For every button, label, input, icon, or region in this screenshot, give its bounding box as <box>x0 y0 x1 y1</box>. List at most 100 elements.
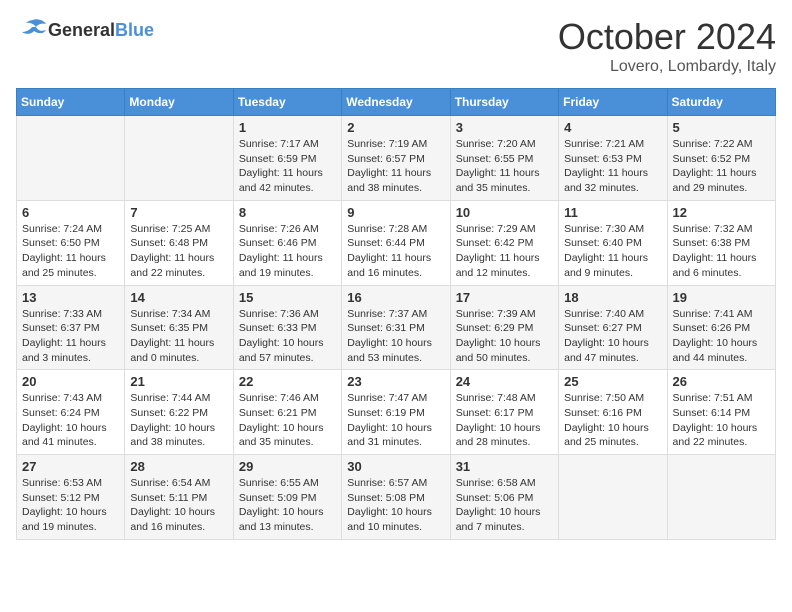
calendar-cell: 2Sunrise: 7:19 AMSunset: 6:57 PMDaylight… <box>342 116 450 201</box>
calendar-cell: 26 Sunrise: 7:51 AMSunset: 6:14 PMDayligh… <box>667 370 775 455</box>
header-tuesday: Tuesday <box>233 89 341 116</box>
day-number: 5 <box>673 120 770 135</box>
day-number: 21 <box>130 374 227 389</box>
calendar-cell: 22Sunrise: 7:46 AMSunset: 6:21 PMDayligh… <box>233 370 341 455</box>
day-number: 12 <box>673 205 770 220</box>
calendar-header-row: Sunday Monday Tuesday Wednesday Thursday… <box>17 89 776 116</box>
cell-details: Sunrise: 7:43 AMSunset: 6:24 PMDaylight:… <box>22 391 119 450</box>
day-number: 18 <box>564 290 661 305</box>
cell-details: Sunrise: 7:34 AMSunset: 6:35 PMDaylight:… <box>130 307 227 366</box>
day-number: 2 <box>347 120 444 135</box>
day-number: 6 <box>22 205 119 220</box>
day-number: 9 <box>347 205 444 220</box>
cell-details: Sunrise: 7:50 AMSunset: 6:16 PMDaylight:… <box>564 391 661 450</box>
cell-details: Sunrise: 7:22 AMSunset: 6:52 PMDaylight:… <box>673 137 770 196</box>
cell-details: Sunrise: 7:47 AMSunset: 6:19 PMDaylight:… <box>347 391 444 450</box>
logo-bird-icon <box>18 16 48 40</box>
calendar-week-row: 13 Sunrise: 7:33 AMSunset: 6:37 PMDayligh… <box>17 285 776 370</box>
cell-details: Sunrise: 7:44 AMSunset: 6:22 PMDaylight:… <box>130 391 227 450</box>
day-number: 30 <box>347 459 444 474</box>
calendar-cell: 13 Sunrise: 7:33 AMSunset: 6:37 PMDayligh… <box>17 285 125 370</box>
calendar-cell: 18 Sunrise: 7:40 AMSunset: 6:27 PMDayligh… <box>559 285 667 370</box>
calendar-cell: 27 Sunrise: 6:53 AMSunset: 5:12 PMDayligh… <box>17 455 125 540</box>
calendar-cell <box>559 455 667 540</box>
day-number: 23 <box>347 374 444 389</box>
title-block: October 2024 Lovero, Lombardy, Italy <box>558 16 776 76</box>
calendar-cell: 7 Sunrise: 7:25 AMSunset: 6:48 PMDaylight… <box>125 200 233 285</box>
calendar-cell: 8Sunrise: 7:26 AMSunset: 6:46 PMDaylight… <box>233 200 341 285</box>
logo-blue-text: Blue <box>115 20 154 40</box>
calendar-cell: 11 Sunrise: 7:30 AMSunset: 6:40 PMDayligh… <box>559 200 667 285</box>
calendar-cell: 24 Sunrise: 7:48 AMSunset: 6:17 PMDayligh… <box>450 370 558 455</box>
calendar-week-row: 6 Sunrise: 7:24 AMSunset: 6:50 PMDaylight… <box>17 200 776 285</box>
cell-details: Sunrise: 7:33 AMSunset: 6:37 PMDaylight:… <box>22 307 119 366</box>
cell-details: Sunrise: 7:30 AMSunset: 6:40 PMDaylight:… <box>564 222 661 281</box>
header-monday: Monday <box>125 89 233 116</box>
logo-general-text: General <box>48 20 115 40</box>
cell-details: Sunrise: 7:24 AMSunset: 6:50 PMDaylight:… <box>22 222 119 281</box>
calendar-cell: 5 Sunrise: 7:22 AMSunset: 6:52 PMDaylight… <box>667 116 775 201</box>
calendar-cell: 17 Sunrise: 7:39 AMSunset: 6:29 PMDayligh… <box>450 285 558 370</box>
day-number: 11 <box>564 205 661 220</box>
day-number: 31 <box>456 459 553 474</box>
day-number: 14 <box>130 290 227 305</box>
calendar-cell: 21 Sunrise: 7:44 AMSunset: 6:22 PMDayligh… <box>125 370 233 455</box>
day-number: 25 <box>564 374 661 389</box>
logo: GeneralBlue <box>16 16 154 45</box>
day-number: 26 <box>673 374 770 389</box>
cell-details: Sunrise: 6:54 AMSunset: 5:11 PMDaylight:… <box>130 476 227 535</box>
day-number: 4 <box>564 120 661 135</box>
calendar-cell: 25 Sunrise: 7:50 AMSunset: 6:16 PMDayligh… <box>559 370 667 455</box>
page-header: GeneralBlue October 2024 Lovero, Lombard… <box>16 16 776 76</box>
header-sunday: Sunday <box>17 89 125 116</box>
cell-details: Sunrise: 7:40 AMSunset: 6:27 PMDaylight:… <box>564 307 661 366</box>
calendar-cell: 1 Sunrise: 7:17 AMSunset: 6:59 PMDaylight… <box>233 116 341 201</box>
day-number: 8 <box>239 205 336 220</box>
cell-details: Sunrise: 7:20 AMSunset: 6:55 PMDaylight:… <box>456 137 553 196</box>
cell-details: Sunrise: 7:51 AMSunset: 6:14 PMDaylight:… <box>673 391 770 450</box>
day-number: 13 <box>22 290 119 305</box>
day-number: 3 <box>456 120 553 135</box>
header-saturday: Saturday <box>667 89 775 116</box>
day-number: 1 <box>239 120 336 135</box>
calendar-cell: 4Sunrise: 7:21 AMSunset: 6:53 PMDaylight… <box>559 116 667 201</box>
cell-details: Sunrise: 7:48 AMSunset: 6:17 PMDaylight:… <box>456 391 553 450</box>
calendar-cell: 16Sunrise: 7:37 AMSunset: 6:31 PMDayligh… <box>342 285 450 370</box>
cell-details: Sunrise: 7:29 AMSunset: 6:42 PMDaylight:… <box>456 222 553 281</box>
cell-details: Sunrise: 7:25 AMSunset: 6:48 PMDaylight:… <box>130 222 227 281</box>
cell-details: Sunrise: 6:58 AMSunset: 5:06 PMDaylight:… <box>456 476 553 535</box>
day-number: 17 <box>456 290 553 305</box>
calendar-cell: 29Sunrise: 6:55 AMSunset: 5:09 PMDayligh… <box>233 455 341 540</box>
calendar-cell: 10Sunrise: 7:29 AMSunset: 6:42 PMDayligh… <box>450 200 558 285</box>
calendar-table: Sunday Monday Tuesday Wednesday Thursday… <box>16 88 776 540</box>
calendar-cell: 15 Sunrise: 7:36 AMSunset: 6:33 PMDayligh… <box>233 285 341 370</box>
day-number: 27 <box>22 459 119 474</box>
cell-details: Sunrise: 7:36 AMSunset: 6:33 PMDaylight:… <box>239 307 336 366</box>
day-number: 16 <box>347 290 444 305</box>
cell-details: Sunrise: 6:53 AMSunset: 5:12 PMDaylight:… <box>22 476 119 535</box>
cell-details: Sunrise: 6:57 AMSunset: 5:08 PMDaylight:… <box>347 476 444 535</box>
cell-details: Sunrise: 7:39 AMSunset: 6:29 PMDaylight:… <box>456 307 553 366</box>
cell-details: Sunrise: 7:32 AMSunset: 6:38 PMDaylight:… <box>673 222 770 281</box>
header-thursday: Thursday <box>450 89 558 116</box>
day-number: 7 <box>130 205 227 220</box>
month-title: October 2024 <box>558 16 776 58</box>
day-number: 28 <box>130 459 227 474</box>
calendar-cell: 31 Sunrise: 6:58 AMSunset: 5:06 PMDayligh… <box>450 455 558 540</box>
calendar-cell: 9Sunrise: 7:28 AMSunset: 6:44 PMDaylight… <box>342 200 450 285</box>
calendar-cell: 6 Sunrise: 7:24 AMSunset: 6:50 PMDaylight… <box>17 200 125 285</box>
day-number: 22 <box>239 374 336 389</box>
calendar-cell: 30 Sunrise: 6:57 AMSunset: 5:08 PMDayligh… <box>342 455 450 540</box>
header-friday: Friday <box>559 89 667 116</box>
calendar-cell: 12 Sunrise: 7:32 AMSunset: 6:38 PMDayligh… <box>667 200 775 285</box>
cell-details: Sunrise: 7:17 AMSunset: 6:59 PMDaylight:… <box>239 137 336 196</box>
day-number: 24 <box>456 374 553 389</box>
header-wednesday: Wednesday <box>342 89 450 116</box>
cell-details: Sunrise: 7:41 AMSunset: 6:26 PMDaylight:… <box>673 307 770 366</box>
calendar-week-row: 1 Sunrise: 7:17 AMSunset: 6:59 PMDaylight… <box>17 116 776 201</box>
day-number: 29 <box>239 459 336 474</box>
calendar-cell: 3 Sunrise: 7:20 AMSunset: 6:55 PMDaylight… <box>450 116 558 201</box>
day-number: 15 <box>239 290 336 305</box>
location-text: Lovero, Lombardy, Italy <box>558 58 776 76</box>
day-number: 20 <box>22 374 119 389</box>
